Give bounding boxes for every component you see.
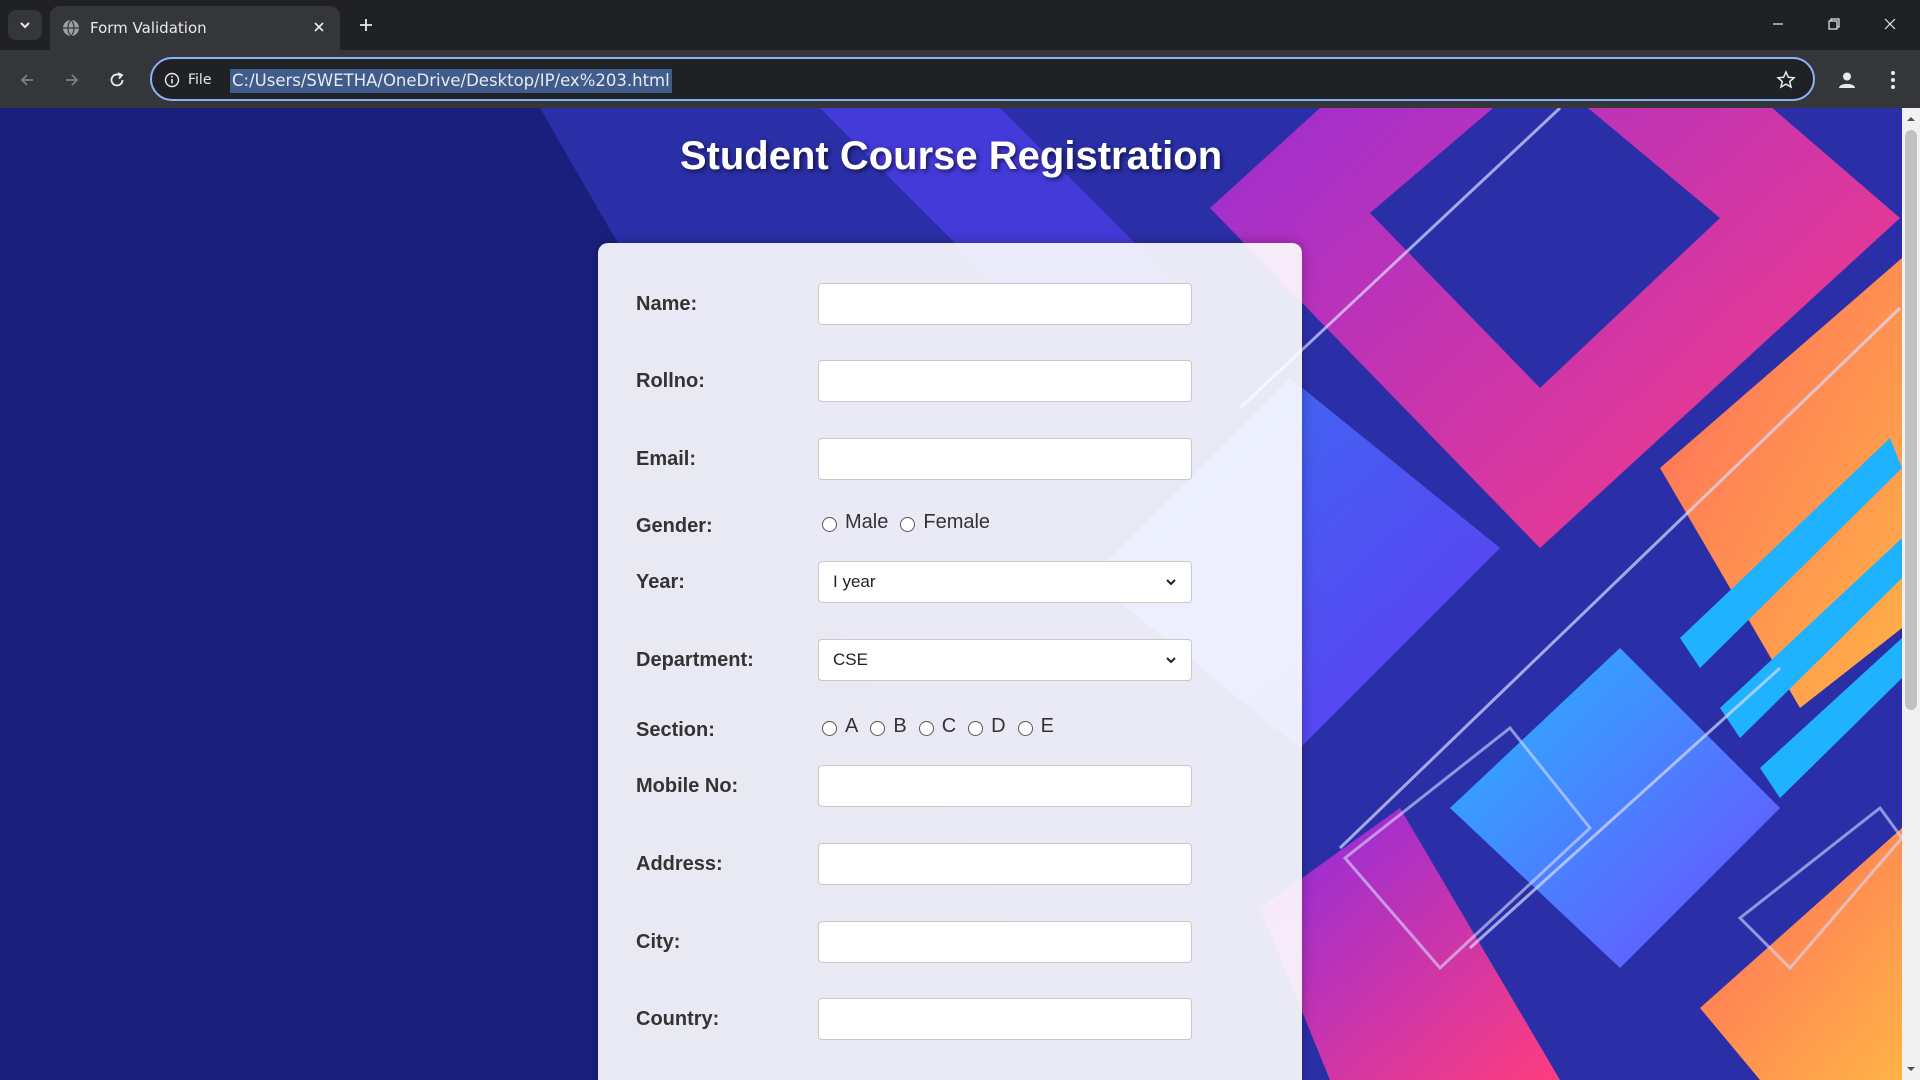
gender-option-label: Female [923, 511, 991, 533]
active-tab[interactable]: Form Validation [50, 6, 340, 50]
section-option-label: C [941, 715, 957, 737]
gender-option-label: Male [845, 511, 889, 533]
window-close-icon[interactable] [1870, 8, 1910, 40]
mobile-row: Mobile No: [636, 765, 1276, 807]
mobile-label: Mobile No: [636, 775, 739, 797]
email-input[interactable] [818, 438, 1192, 480]
section-option-label: A [845, 715, 859, 737]
browser-toolbar: File C:/Users/SWETHA/OneDrive/Desktop/IP… [0, 50, 1920, 108]
section-radio-d[interactable] [968, 721, 984, 736]
info-chip-label: File [188, 72, 212, 88]
tab-search-button[interactable] [8, 10, 42, 40]
restore-icon[interactable] [1814, 8, 1854, 40]
chevron-down-icon [20, 22, 30, 29]
department-label: Department: [636, 649, 754, 671]
scroll-up-icon[interactable] [1906, 114, 1916, 124]
info-icon [164, 72, 180, 88]
globe-icon [63, 19, 79, 37]
department-select[interactable]: CSE [818, 639, 1192, 681]
scroll-down-icon[interactable] [1906, 1064, 1916, 1074]
year-selected-value: I year [833, 572, 876, 591]
country-input[interactable] [818, 998, 1192, 1040]
year-select[interactable]: I year [818, 561, 1192, 603]
email-label: Email: [636, 448, 697, 470]
country-row: Country: [636, 998, 1276, 1040]
city-label: City: [636, 931, 681, 953]
section-label: Section: [636, 719, 715, 741]
address-input[interactable] [818, 843, 1192, 885]
section-option-label: D [991, 715, 1006, 737]
name-label: Name: [636, 293, 698, 315]
section-option-label: E [1040, 715, 1054, 737]
gender-radio-female[interactable] [900, 517, 916, 532]
site-info-chip[interactable]: File [164, 69, 211, 91]
reload-icon[interactable] [100, 63, 134, 97]
rollno-row: Rollno: [636, 360, 1276, 402]
page-scrollbar[interactable] [1902, 108, 1920, 1080]
address-label: Address: [636, 853, 723, 875]
gender-radio-group: Male Female [822, 511, 1002, 534]
rollno-input[interactable] [818, 360, 1192, 402]
page-title: Student Course Registration [679, 134, 1223, 178]
kebab-menu-icon[interactable] [1876, 63, 1910, 97]
back-icon[interactable] [10, 63, 44, 97]
section-option-label: B [893, 715, 907, 737]
name-input[interactable] [818, 283, 1192, 325]
mobile-input[interactable] [818, 765, 1192, 807]
department-selected-value: CSE [833, 650, 868, 669]
chevron-down-icon [1166, 657, 1176, 664]
name-row: Name: [636, 283, 1276, 325]
page-viewport: Student Course Registration Name: Rollno… [0, 108, 1902, 1080]
tab-title: Form Validation [90, 19, 207, 37]
scrollbar-thumb[interactable] [1905, 130, 1917, 710]
registration-form: Name: Rollno: Email: Gender: Male Female… [598, 243, 1302, 1080]
minimize-icon[interactable] [1758, 8, 1798, 40]
section-radio-group: A B C D E [822, 715, 1066, 738]
section-radio-e[interactable] [1017, 721, 1033, 736]
gender-row: Gender: Male Female [636, 505, 1276, 547]
profile-icon[interactable] [1830, 63, 1864, 97]
forward-icon[interactable] [55, 63, 89, 97]
year-label: Year: [636, 571, 685, 593]
section-radio-b[interactable] [870, 721, 886, 736]
close-icon[interactable] [308, 16, 330, 38]
gender-radio-male[interactable] [822, 517, 837, 532]
star-icon[interactable] [1773, 67, 1799, 93]
section-row: Section: A B C D E [636, 709, 1276, 751]
chevron-down-icon [1166, 579, 1176, 586]
department-row: Department: CSE [636, 639, 1276, 681]
plus-icon[interactable] [352, 11, 380, 39]
year-row: Year: I year [636, 561, 1276, 603]
rollno-label: Rollno: [636, 370, 705, 392]
address-row: Address: [636, 843, 1276, 885]
section-radio-c[interactable] [918, 721, 934, 736]
country-label: Country: [636, 1008, 720, 1030]
tab-strip: Form Validation [0, 0, 1920, 50]
address-bar[interactable]: File C:/Users/SWETHA/OneDrive/Desktop/IP… [150, 57, 1815, 101]
section-radio-a[interactable] [822, 721, 837, 736]
url-text[interactable]: C:/Users/SWETHA/OneDrive/Desktop/IP/ex%2… [230, 69, 672, 93]
city-input[interactable] [818, 921, 1192, 963]
city-row: City: [636, 921, 1276, 963]
email-row: Email: [636, 438, 1276, 480]
gender-label: Gender: [636, 515, 713, 537]
